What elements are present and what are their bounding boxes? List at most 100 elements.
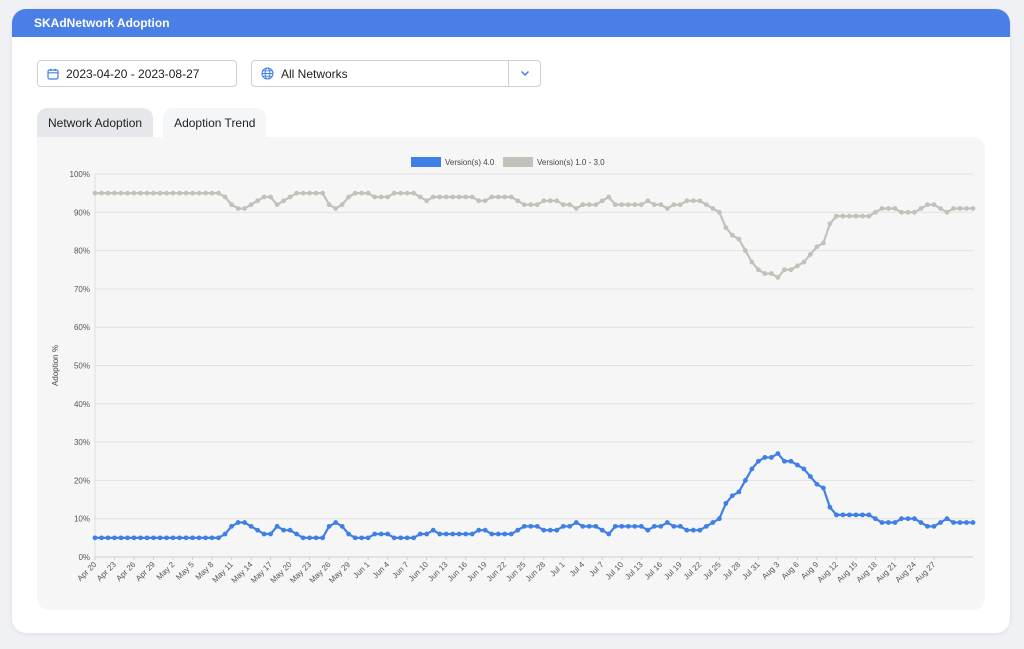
x-tick-label: Jul 10: [604, 560, 626, 582]
data-point: [489, 194, 495, 200]
data-point: [138, 535, 143, 541]
data-point: [638, 523, 644, 529]
data-point: [216, 535, 221, 541]
data-point: [307, 535, 313, 541]
data-point: [346, 194, 352, 200]
x-tick-label: Aug 6: [780, 560, 802, 582]
data-point: [144, 190, 150, 196]
data-point: [710, 520, 716, 525]
data-point: [873, 516, 878, 522]
data-point: [534, 202, 540, 208]
data-point: [716, 516, 722, 522]
filter-bar: 2023-04-20 - 2023-08-27 All Networks: [37, 60, 541, 87]
data-point: [372, 531, 378, 537]
legend: Version(s) 4.0 Version(s) 1.0 - 3.0: [411, 157, 605, 167]
y-tick-label: 60%: [74, 323, 90, 332]
data-point: [801, 466, 807, 472]
data-point: [534, 523, 540, 529]
data-point: [703, 202, 709, 208]
data-point: [463, 531, 469, 537]
data-point: [834, 213, 839, 219]
tab-adoption-trend[interactable]: Adoption Trend: [163, 108, 267, 137]
data-point: [873, 209, 878, 215]
data-point: [489, 531, 495, 537]
data-point: [847, 213, 852, 219]
data-point: [352, 535, 358, 541]
data-point: [118, 535, 124, 541]
x-tick-label: Jun 16: [446, 560, 470, 584]
data-point: [625, 202, 631, 208]
data-point: [567, 202, 573, 208]
data-point: [235, 520, 241, 525]
data-point: [703, 523, 709, 529]
data-point: [398, 190, 404, 196]
data-point: [177, 190, 182, 196]
data-point: [847, 512, 852, 518]
data-point: [723, 500, 729, 506]
data-point: [365, 535, 371, 541]
adoption-card: SKAdNetwork Adoption 2023-04-20 - 2023-0…: [12, 9, 1010, 633]
data-point: [541, 198, 547, 204]
data-point: [664, 206, 670, 211]
chevron-down-icon[interactable]: [508, 61, 540, 86]
data-point: [515, 527, 521, 533]
data-point: [573, 520, 579, 525]
data-point: [801, 259, 807, 265]
data-point: [625, 523, 631, 529]
data-point: [573, 206, 579, 211]
data-point: [755, 267, 761, 273]
y-tick-label: 40%: [74, 400, 90, 409]
data-point: [333, 520, 339, 525]
y-tick-label: 70%: [74, 285, 90, 294]
date-range-picker[interactable]: 2023-04-20 - 2023-08-27: [37, 60, 237, 87]
data-point: [177, 535, 182, 541]
data-point: [749, 466, 755, 472]
data-point: [671, 202, 677, 208]
data-point: [476, 527, 482, 533]
data-point: [450, 531, 456, 537]
y-tick-label: 80%: [74, 247, 90, 256]
tab-network-adoption[interactable]: Network Adoption: [37, 108, 154, 137]
data-point: [502, 531, 508, 537]
x-tick-label: Jul 1: [548, 560, 567, 579]
data-point: [716, 209, 722, 215]
data-point: [567, 523, 573, 529]
data-point: [255, 198, 260, 204]
data-point: [821, 485, 826, 491]
data-point: [411, 190, 417, 196]
data-point: [742, 478, 748, 483]
data-point: [586, 202, 592, 208]
data-point: [196, 190, 202, 196]
data-point: [398, 535, 404, 541]
data-point: [840, 512, 846, 518]
x-tick-label: Apr 23: [95, 560, 118, 583]
data-point: [918, 206, 924, 211]
data-point: [762, 455, 768, 460]
data-point: [886, 206, 891, 211]
data-point: [131, 535, 137, 541]
data-point: [677, 202, 683, 208]
data-point: [677, 523, 683, 529]
data-point: [151, 190, 156, 196]
data-point: [944, 209, 950, 215]
data-point: [365, 190, 371, 196]
data-point: [664, 520, 670, 525]
data-point: [931, 523, 937, 529]
data-point: [183, 190, 189, 196]
data-point: [860, 213, 865, 219]
data-point: [821, 240, 826, 246]
data-point: [827, 504, 833, 510]
data-point: [92, 190, 98, 196]
data-point: [690, 198, 696, 204]
data-point: [899, 209, 904, 215]
data-point: [151, 535, 156, 541]
data-point: [918, 520, 924, 525]
data-point: [229, 523, 234, 529]
data-point: [196, 535, 202, 541]
x-tick-label: Jul 22: [682, 560, 704, 582]
x-tick-label: Jun 22: [485, 560, 509, 584]
data-point: [229, 202, 234, 208]
network-select[interactable]: All Networks: [251, 60, 541, 87]
x-tick-label: Jul 4: [568, 560, 587, 579]
data-point: [300, 190, 306, 196]
